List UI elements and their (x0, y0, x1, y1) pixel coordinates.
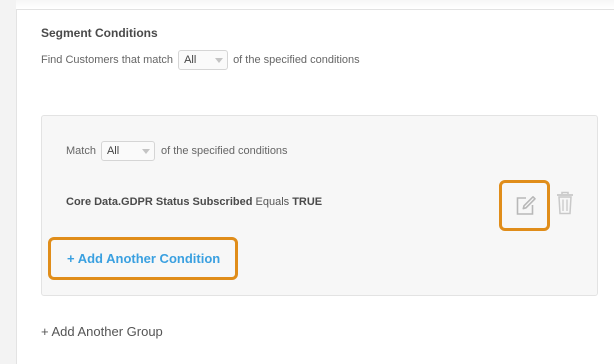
match-all-select-value: All (184, 54, 197, 66)
panel-top-bar (16, 0, 614, 10)
group-match-select[interactable]: All (100, 141, 155, 161)
trash-icon (557, 191, 573, 215)
group-match-label: Match (66, 145, 96, 157)
group-match-select-value: All (106, 145, 120, 157)
find-suffix-label: of the specified conditions (233, 54, 360, 66)
group-match-suffix: of the specified conditions (160, 145, 288, 157)
add-another-group-link[interactable]: + Add Another Group (41, 324, 163, 339)
edit-icon (516, 195, 536, 215)
group-match-row: Match All of the specified conditions (66, 141, 288, 161)
match-all-select[interactable]: All (178, 50, 229, 70)
delete-condition-button[interactable] (554, 190, 576, 216)
find-customers-row: Find Customers that match All of the spe… (41, 50, 360, 70)
find-prefix-label: Find Customers that match (41, 54, 174, 66)
condition-field: Core Data.GDPR Status Subscribed (66, 196, 253, 208)
edit-condition-button[interactable] (499, 180, 550, 231)
condition-row: Core Data.GDPR Status Subscribed Equals … (66, 196, 322, 208)
condition-operator: Equals (255, 196, 290, 208)
dropdown-caret-icon (215, 57, 224, 63)
segment-conditions-title: Segment Conditions (41, 26, 158, 40)
dropdown-caret-icon (141, 148, 150, 154)
add-another-condition-button[interactable]: + Add Another Condition (48, 237, 238, 280)
condition-value: TRUE (292, 196, 323, 208)
